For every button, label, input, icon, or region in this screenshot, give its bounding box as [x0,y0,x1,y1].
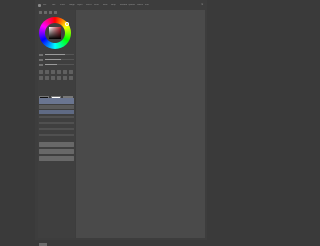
hand-tool-icon[interactable] [51,76,55,80]
lasso-tool-icon[interactable] [57,76,61,80]
close-icon[interactable]: × [201,3,204,6]
menu-bar: File Edit View Image Layer Select Filter… [38,2,204,8]
fill-tool-icon[interactable] [51,70,55,74]
menu-view[interactable]: View [60,4,67,7]
menu-help[interactable]: Help [111,4,118,7]
app-logo-icon [38,3,41,7]
menu-info[interactable]: Info [145,4,152,7]
slider-fill [45,58,61,61]
slider-icon [39,53,43,56]
line-tool-icon[interactable] [69,76,73,80]
menu-panels[interactable]: Panels [137,4,144,7]
picker-tool-icon[interactable] [39,76,43,80]
slider-row[interactable] [39,53,74,56]
left-panel [38,10,75,246]
color-square[interactable] [49,27,61,39]
panel-tab-icon[interactable] [49,11,52,14]
menu-filter[interactable]: Filter [94,4,101,7]
menu-edit[interactable]: Edit [52,4,59,7]
layer-row-selected[interactable] [39,98,74,104]
panel-button[interactable] [39,149,74,154]
divider [39,128,74,130]
menu-options[interactable]: Options [128,4,135,7]
text-tool-icon[interactable] [69,70,73,74]
layer-row[interactable] [39,105,74,109]
divider [39,122,74,124]
panel-tab-icon[interactable] [54,11,57,14]
slider-track[interactable] [45,58,74,61]
hue-marker[interactable] [65,22,69,26]
menu-tools[interactable]: Tools [103,4,110,7]
shape-tool-icon[interactable] [63,76,67,80]
menu-file[interactable]: File [43,4,50,7]
zoom-tool-icon[interactable] [45,76,49,80]
panel-tabs [39,11,74,14]
panel-button[interactable] [39,156,74,161]
slider-icon [39,58,43,61]
slider-row[interactable] [39,63,74,66]
eraser-tool-icon[interactable] [45,70,49,74]
move-tool-icon[interactable] [63,70,67,74]
layer-row[interactable] [39,110,74,114]
panel-button[interactable] [39,142,74,147]
canvas-area[interactable] [76,10,205,238]
select-tool-icon[interactable] [57,70,61,74]
slider-track[interactable] [45,63,74,66]
divider [39,134,74,136]
slider-row[interactable] [39,58,74,61]
menu-window[interactable]: Window [120,4,127,7]
slider-fill [45,53,66,56]
brush-sliders [39,53,74,68]
menu-image[interactable]: Image [69,4,76,7]
panel-tab-icon[interactable] [44,11,47,14]
divider [39,116,74,118]
slider-fill [45,63,57,66]
tool-grid [39,70,74,80]
slider-icon [39,63,43,66]
panel-tab-icon[interactable] [39,11,42,14]
slider-track[interactable] [45,53,74,56]
menu-select[interactable]: Select [86,4,93,7]
brush-tool-icon[interactable] [39,70,43,74]
menu-layer[interactable]: Layer [77,4,84,7]
